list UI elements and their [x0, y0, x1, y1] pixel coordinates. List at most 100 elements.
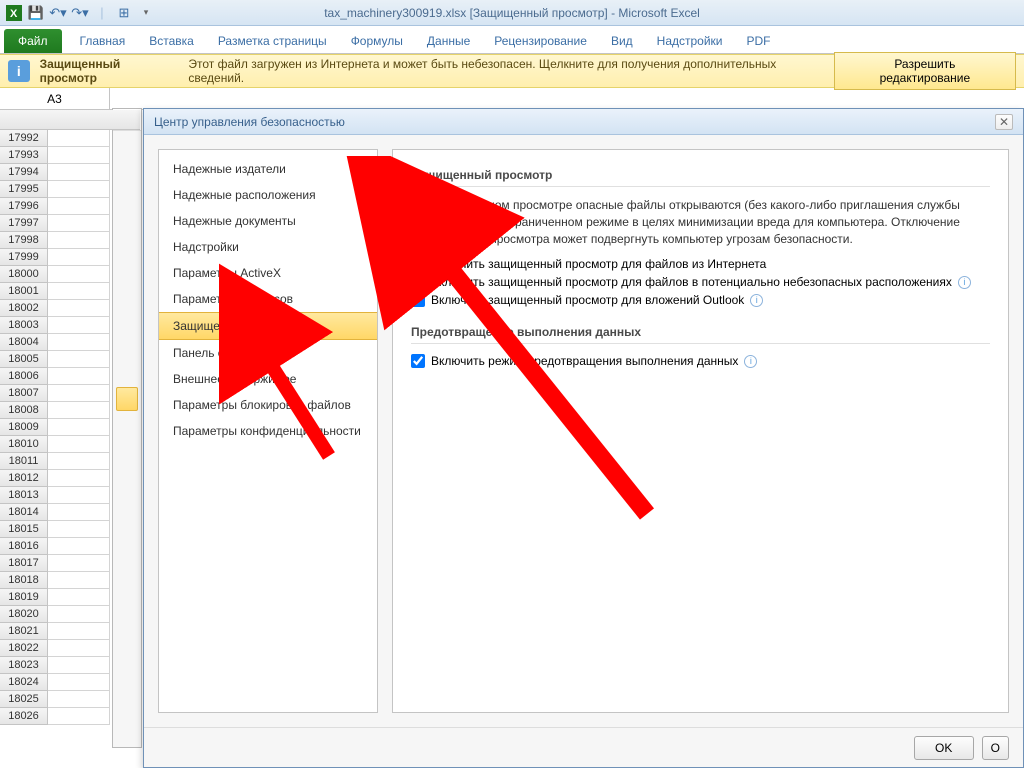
- table-row[interactable]: 18025: [0, 691, 140, 708]
- row-header[interactable]: 18026: [0, 708, 48, 725]
- checkbox[interactable]: [411, 275, 425, 289]
- cell[interactable]: [48, 147, 110, 164]
- cell[interactable]: [48, 198, 110, 215]
- table-row[interactable]: 18004: [0, 334, 140, 351]
- table-row[interactable]: 17994: [0, 164, 140, 181]
- worksheet-grid[interactable]: 1799217993179941799517996179971799817999…: [0, 110, 140, 768]
- preview-icon[interactable]: ⊞: [114, 3, 134, 23]
- info-icon[interactable]: i: [744, 355, 757, 368]
- table-row[interactable]: 18005: [0, 351, 140, 368]
- ribbon-tab-review[interactable]: Рецензирование: [482, 29, 599, 53]
- cell[interactable]: [48, 623, 110, 640]
- table-row[interactable]: 17998: [0, 232, 140, 249]
- cell[interactable]: [48, 674, 110, 691]
- cell[interactable]: [48, 266, 110, 283]
- dialog-titlebar[interactable]: Центр управления безопасностью ✕: [144, 109, 1023, 135]
- table-row[interactable]: 17992: [0, 130, 140, 147]
- table-row[interactable]: 17997: [0, 215, 140, 232]
- row-header[interactable]: 18005: [0, 351, 48, 368]
- row-header[interactable]: 18007: [0, 385, 48, 402]
- table-row[interactable]: 18018: [0, 572, 140, 589]
- dep-checkbox[interactable]: [411, 354, 425, 368]
- cell[interactable]: [48, 589, 110, 606]
- table-row[interactable]: 18000: [0, 266, 140, 283]
- table-row[interactable]: 17993: [0, 147, 140, 164]
- row-header[interactable]: 18025: [0, 691, 48, 708]
- row-header[interactable]: 18009: [0, 419, 48, 436]
- nav-item[interactable]: Надежные документы: [159, 208, 377, 234]
- nav-item[interactable]: Внешнее содержимое: [159, 366, 377, 392]
- ribbon-tab-home[interactable]: Главная: [68, 29, 138, 53]
- nav-item[interactable]: Надстройки: [159, 234, 377, 260]
- cell[interactable]: [48, 334, 110, 351]
- cell[interactable]: [48, 521, 110, 538]
- table-row[interactable]: 18023: [0, 657, 140, 674]
- row-header[interactable]: 17995: [0, 181, 48, 198]
- ok-button[interactable]: OK: [914, 736, 974, 760]
- nav-item[interactable]: Надежные издатели: [159, 156, 377, 182]
- cell[interactable]: [48, 453, 110, 470]
- checkbox[interactable]: [411, 257, 425, 271]
- table-row[interactable]: 18016: [0, 538, 140, 555]
- nav-item[interactable]: Параметры блокировки файлов: [159, 392, 377, 418]
- row-header[interactable]: 18014: [0, 504, 48, 521]
- row-header[interactable]: 18006: [0, 368, 48, 385]
- row-header[interactable]: 18003: [0, 317, 48, 334]
- info-icon[interactable]: i: [958, 276, 971, 289]
- cell[interactable]: [48, 657, 110, 674]
- cell[interactable]: [48, 164, 110, 181]
- info-icon[interactable]: i: [750, 294, 763, 307]
- qat-customize-icon[interactable]: ▾: [136, 3, 156, 23]
- row-header[interactable]: 17992: [0, 130, 48, 147]
- ribbon-tab-insert[interactable]: Вставка: [137, 29, 206, 53]
- nav-item[interactable]: Защищенный просмотр: [159, 312, 377, 340]
- table-row[interactable]: 18003: [0, 317, 140, 334]
- table-row[interactable]: 18021: [0, 623, 140, 640]
- table-row[interactable]: 18024: [0, 674, 140, 691]
- table-row[interactable]: 18001: [0, 283, 140, 300]
- cell[interactable]: [48, 640, 110, 657]
- table-row[interactable]: 18012: [0, 470, 140, 487]
- cell[interactable]: [48, 555, 110, 572]
- cell[interactable]: [48, 419, 110, 436]
- cell[interactable]: [48, 368, 110, 385]
- table-row[interactable]: 18015: [0, 521, 140, 538]
- table-row[interactable]: 18019: [0, 589, 140, 606]
- row-header[interactable]: 18000: [0, 266, 48, 283]
- cell[interactable]: [48, 317, 110, 334]
- nav-item[interactable]: Панель сообщений: [159, 340, 377, 366]
- file-tab[interactable]: Файл: [4, 29, 62, 53]
- table-row[interactable]: 18026: [0, 708, 140, 725]
- row-header[interactable]: 17996: [0, 198, 48, 215]
- cell[interactable]: [48, 181, 110, 198]
- row-header[interactable]: 18013: [0, 487, 48, 504]
- nav-item[interactable]: Надежные расположения: [159, 182, 377, 208]
- protected-view-checkbox-row[interactable]: Включить защищенный просмотр для файлов …: [411, 257, 990, 271]
- cell[interactable]: [48, 538, 110, 555]
- row-header[interactable]: 18015: [0, 521, 48, 538]
- row-header[interactable]: 18002: [0, 300, 48, 317]
- table-row[interactable]: 18002: [0, 300, 140, 317]
- row-header[interactable]: 18004: [0, 334, 48, 351]
- enable-editing-button[interactable]: Разрешить редактирование: [834, 52, 1016, 90]
- cell[interactable]: [48, 130, 110, 147]
- table-row[interactable]: 17995: [0, 181, 140, 198]
- table-row[interactable]: 18022: [0, 640, 140, 657]
- row-header[interactable]: 18021: [0, 623, 48, 640]
- table-row[interactable]: 18009: [0, 419, 140, 436]
- table-row[interactable]: 18010: [0, 436, 140, 453]
- ribbon-tab-formulas[interactable]: Формулы: [339, 29, 415, 53]
- column-headers[interactable]: [0, 110, 140, 130]
- row-header[interactable]: 18024: [0, 674, 48, 691]
- cell[interactable]: [48, 606, 110, 623]
- table-row[interactable]: 18007: [0, 385, 140, 402]
- row-header[interactable]: 18018: [0, 572, 48, 589]
- cell[interactable]: [48, 470, 110, 487]
- row-header[interactable]: 18023: [0, 657, 48, 674]
- table-row[interactable]: 17999: [0, 249, 140, 266]
- table-row[interactable]: 18013: [0, 487, 140, 504]
- table-row[interactable]: 18011: [0, 453, 140, 470]
- row-header[interactable]: 17998: [0, 232, 48, 249]
- dep-checkbox-row[interactable]: Включить режим предотвращения выполнения…: [411, 354, 990, 368]
- row-header[interactable]: 17999: [0, 249, 48, 266]
